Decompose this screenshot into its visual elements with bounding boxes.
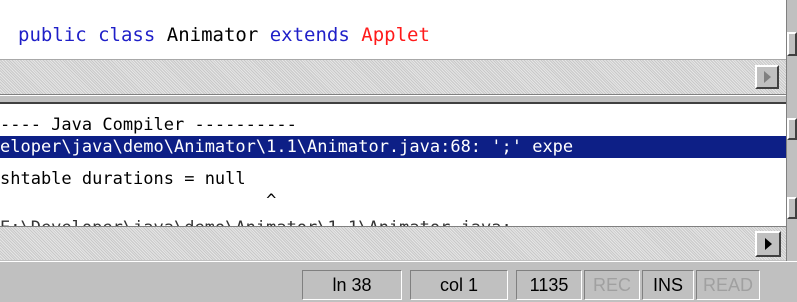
output-scroll-down-button[interactable]	[787, 197, 797, 219]
output-scroll-right-button[interactable]	[755, 231, 781, 257]
output-line-selected[interactable]: eloper\java\demo\Animator\1.1\Animator.j…	[0, 136, 787, 158]
status-char-count: 1135	[516, 270, 582, 300]
keyword-public: public	[18, 24, 87, 46]
keyword-extends: extends	[269, 24, 350, 46]
status-read: READ	[696, 270, 760, 300]
output-scroll-up-button[interactable]	[787, 118, 797, 140]
compiler-output-pane[interactable]: ---- Java Compiler ---------- eloper\jav…	[0, 102, 787, 227]
output-line[interactable]: shtable durations = null	[0, 168, 246, 190]
editor-horizontal-scrollbar[interactable]	[0, 59, 787, 94]
scroll-right-arrow-icon	[763, 71, 771, 83]
output-line[interactable]: ^	[0, 190, 276, 212]
keyword-class: class	[98, 24, 156, 46]
source-editor[interactable]: public class Animator extends Applet	[0, 0, 787, 96]
editor-scroll-right-button[interactable]	[755, 65, 779, 89]
output-horizontal-scrollbar[interactable]	[0, 226, 787, 260]
code-line: public class Animator extends Applet	[18, 23, 430, 47]
status-ins: INS	[642, 270, 694, 300]
status-line: ln 38	[302, 270, 402, 300]
vertical-scrollbar[interactable]	[786, 0, 797, 301]
status-column: col 1	[410, 270, 508, 300]
output-line[interactable]: ---- Java Compiler ----------	[0, 114, 297, 136]
status-rec: REC	[584, 270, 640, 300]
editor-scroll-down-button[interactable]	[787, 32, 797, 56]
class-name: Animator	[166, 24, 259, 46]
status-bar: ln 38 col 1 1135 REC INS READ	[0, 261, 797, 302]
superclass-name: Applet	[361, 24, 430, 46]
scroll-right-arrow-icon	[764, 238, 772, 250]
